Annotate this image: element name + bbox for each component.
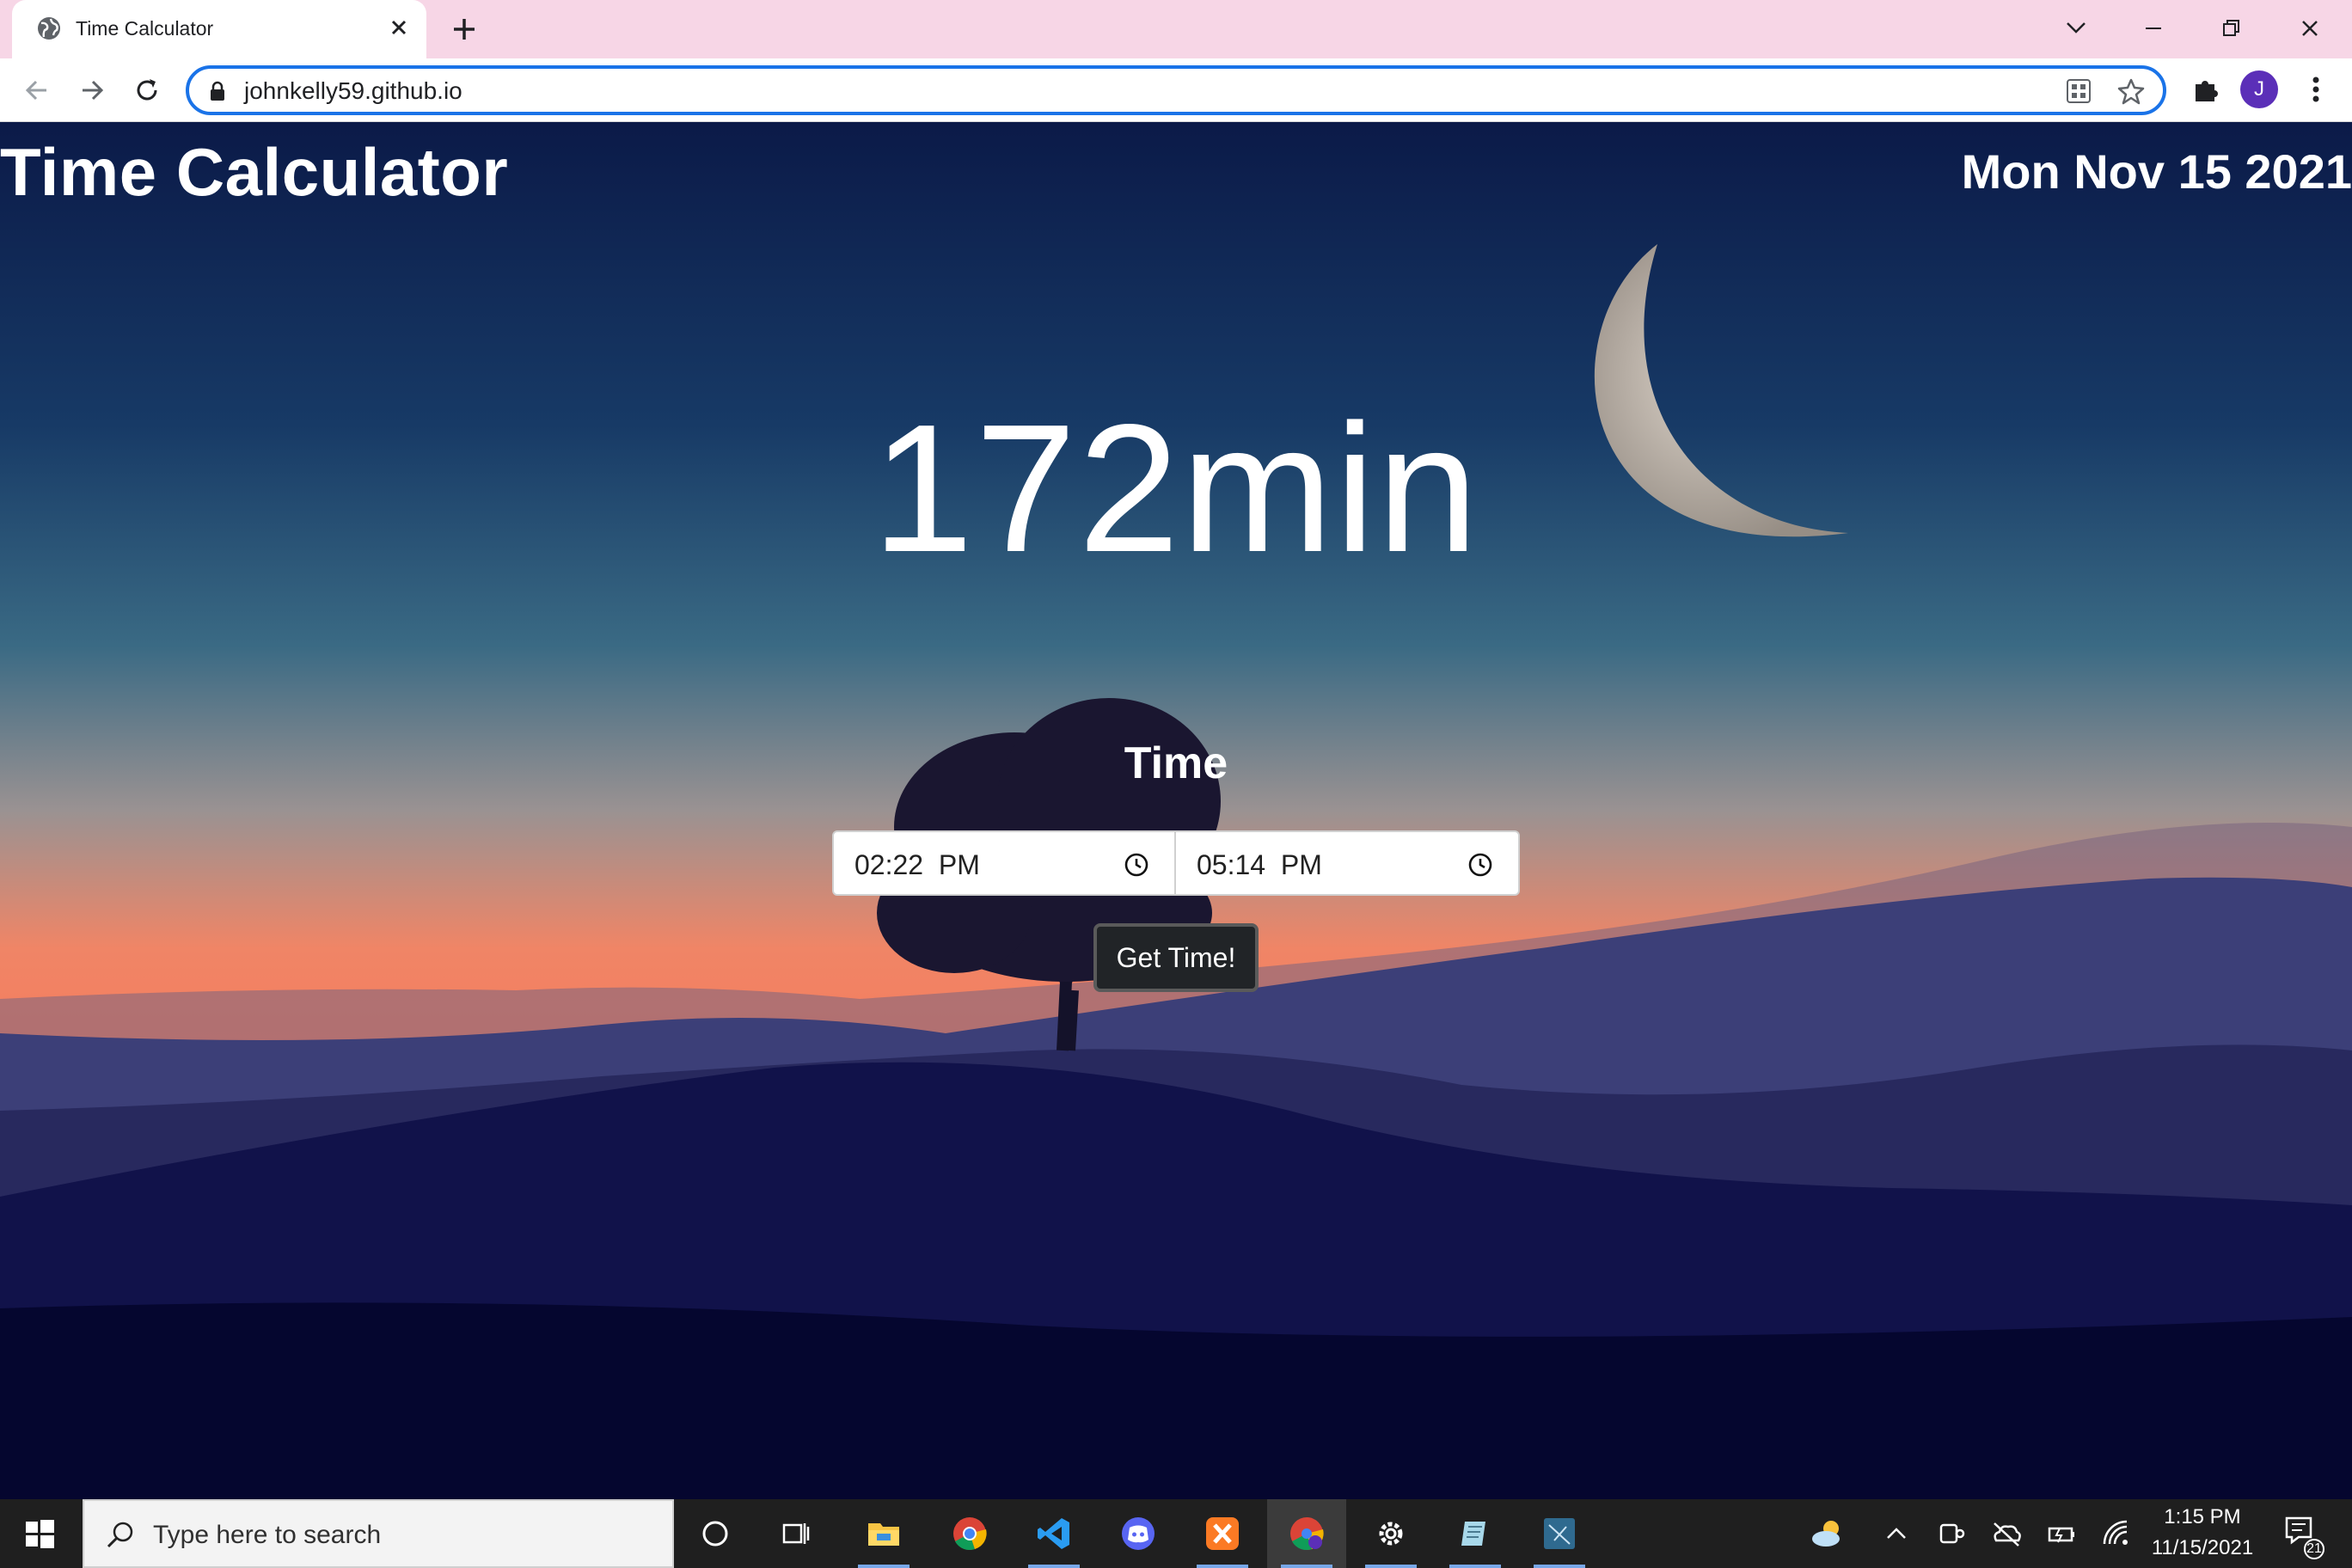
taskbar-app-xampp[interactable] xyxy=(1183,1499,1262,1568)
puzzle-icon[interactable] xyxy=(2187,70,2225,108)
clock-icon[interactable] xyxy=(1123,851,1150,879)
search-icon xyxy=(107,1522,133,1548)
page-content: Time Calculator Mon Nov 15 2021 172min T… xyxy=(0,122,2352,1499)
taskbar-search[interactable]: Type here to search xyxy=(83,1499,674,1568)
taskbar-app-file-explorer[interactable] xyxy=(844,1499,923,1568)
onedrive-offline-icon[interactable] xyxy=(1989,1516,2024,1551)
running-indicator xyxy=(1028,1565,1080,1568)
taskbar-app-chrome-profile[interactable] xyxy=(1267,1499,1346,1568)
back-icon[interactable] xyxy=(17,70,57,110)
forward-icon[interactable] xyxy=(72,70,112,110)
discord-icon xyxy=(1122,1517,1155,1550)
browser-toolbar: johnkelly59.github.io J xyxy=(0,58,2352,122)
minimize-icon[interactable] xyxy=(2130,7,2177,50)
task-view-button[interactable] xyxy=(756,1499,836,1568)
meet-now-icon[interactable] xyxy=(1934,1516,1969,1551)
weather-icon[interactable] xyxy=(1809,1515,1847,1553)
end-time-value: 05:14 PM xyxy=(1197,849,1322,880)
running-indicator xyxy=(1281,1565,1332,1568)
running-indicator xyxy=(1534,1565,1585,1568)
close-icon[interactable] xyxy=(383,12,414,43)
page-title: Time Calculator xyxy=(0,134,509,210)
taskbar-app-settings[interactable] xyxy=(1351,1499,1430,1568)
battery-icon[interactable] xyxy=(2044,1516,2079,1551)
app-icon xyxy=(1544,1518,1575,1549)
get-time-button[interactable]: Get Time! xyxy=(1093,923,1259,992)
xampp-icon xyxy=(1206,1517,1239,1550)
chrome-profile-icon xyxy=(1290,1517,1324,1551)
vscode-icon xyxy=(1038,1518,1069,1549)
notepad-icon xyxy=(1461,1522,1485,1546)
wifi-icon[interactable] xyxy=(2099,1516,2134,1551)
globe-icon xyxy=(38,17,60,40)
url-text[interactable]: johnkelly59.github.io xyxy=(244,77,462,106)
start-time-value: 02:22 PM xyxy=(854,849,980,880)
lock-icon[interactable] xyxy=(206,80,229,102)
kebab-menu-icon[interactable] xyxy=(2297,70,2335,108)
qr-code-icon[interactable] xyxy=(2065,77,2092,105)
running-indicator xyxy=(1197,1565,1248,1568)
taskbar-app-chrome[interactable] xyxy=(930,1499,1009,1568)
start-button[interactable] xyxy=(0,1499,79,1568)
chrome-icon xyxy=(953,1517,987,1551)
browser-tab-strip: Time Calculator xyxy=(0,0,2352,58)
end-time-input[interactable]: 05:14 PM xyxy=(1174,830,1520,896)
cortana-icon xyxy=(702,1521,728,1547)
taskbar: Type here to search 1:15 PM 11/15/2021 2… xyxy=(0,1499,2352,1568)
background-landscape xyxy=(0,122,2352,1499)
taskbar-time[interactable]: 1:15 PM xyxy=(2146,1504,2259,1530)
tab-title: Time Calculator xyxy=(76,17,214,40)
current-date: Mon Nov 15 2021 xyxy=(1961,144,2352,199)
taskbar-app-other[interactable] xyxy=(1520,1499,1599,1568)
plus-icon[interactable] xyxy=(447,12,481,46)
taskbar-date[interactable]: 11/15/2021 xyxy=(2146,1535,2259,1561)
running-indicator xyxy=(1449,1565,1501,1568)
cortana-button[interactable] xyxy=(676,1499,755,1568)
taskbar-app-notepad[interactable] xyxy=(1436,1499,1515,1568)
browser-tab[interactable]: Time Calculator xyxy=(12,0,426,58)
avatar[interactable]: J xyxy=(2240,70,2278,108)
task-view-icon xyxy=(782,1523,810,1544)
reload-icon[interactable] xyxy=(127,70,167,110)
windows-icon xyxy=(26,1520,54,1548)
result-display: 172min xyxy=(872,386,1480,590)
star-icon[interactable] xyxy=(2116,77,2146,106)
taskbar-app-discord[interactable] xyxy=(1099,1499,1178,1568)
file-explorer-icon xyxy=(868,1523,899,1546)
restore-icon[interactable] xyxy=(2208,7,2254,50)
chevron-down-icon[interactable] xyxy=(2053,7,2099,50)
window-close-icon[interactable] xyxy=(2287,7,2333,50)
start-time-input[interactable]: 02:22 PM xyxy=(832,830,1176,896)
notification-badge: 21 xyxy=(2304,1539,2324,1559)
time-label: Time xyxy=(1124,738,1228,788)
running-indicator xyxy=(1365,1565,1417,1568)
running-indicator xyxy=(858,1565,910,1568)
clock-icon[interactable] xyxy=(1467,851,1494,879)
chevron-up-icon[interactable] xyxy=(1879,1516,1914,1551)
address-bar[interactable]: johnkelly59.github.io xyxy=(186,65,2166,115)
taskbar-app-vscode[interactable] xyxy=(1014,1499,1093,1568)
search-placeholder: Type here to search xyxy=(153,1521,382,1549)
settings-icon xyxy=(1379,1522,1403,1546)
